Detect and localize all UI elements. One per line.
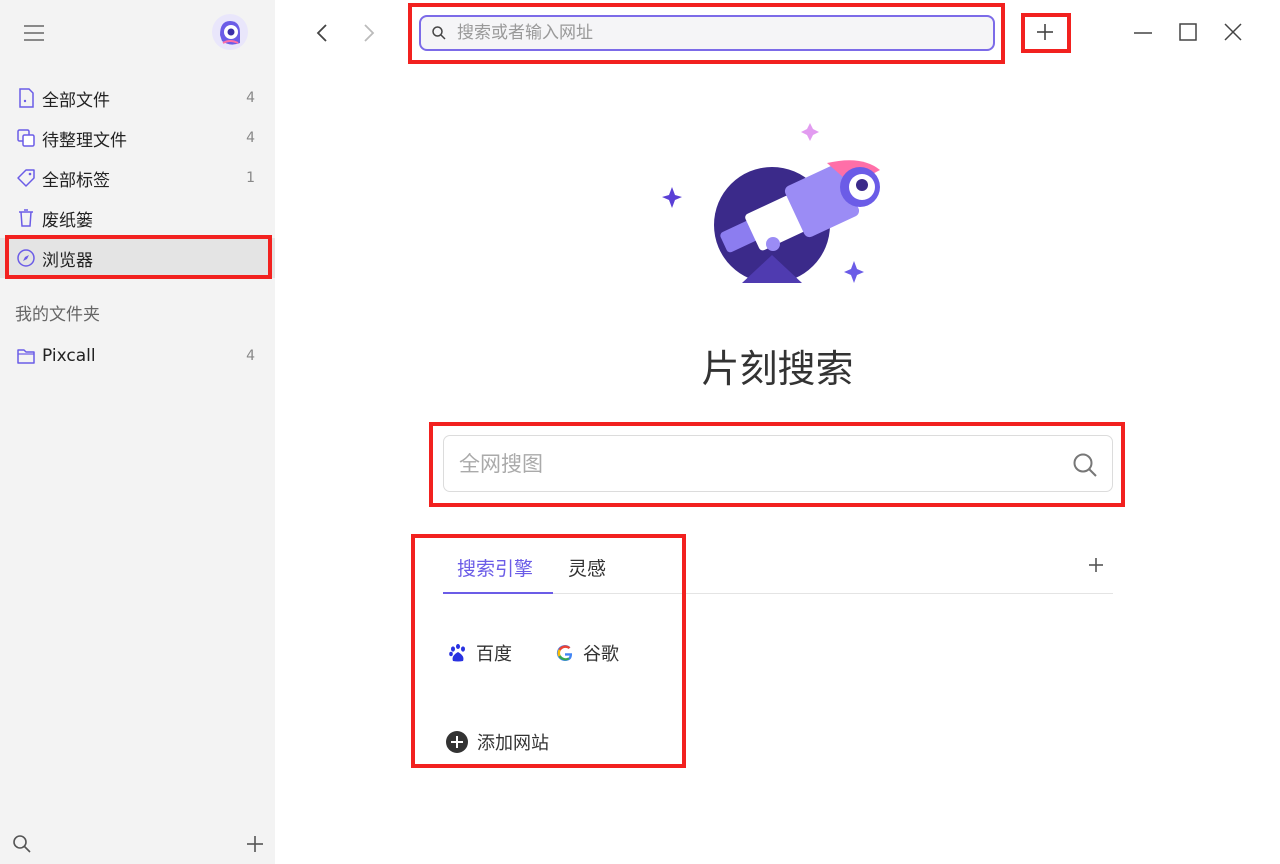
new-tab-button[interactable] [1034,21,1056,43]
sidebar-item-label: 全部标签 [42,170,110,191]
back-button[interactable] [312,22,332,44]
sidebar-item-label: 废纸篓 [42,210,93,231]
add-icon[interactable] [246,835,264,853]
sidebar-item-count: 4 [246,348,255,364]
menu-icon[interactable] [22,22,46,44]
trash-icon [16,208,36,228]
engine-label: 谷歌 [583,644,619,665]
sidebar-item-count: 4 [246,90,255,106]
add-tab-icon[interactable] [1087,556,1105,574]
plus-circle-icon [446,731,468,753]
search-icon[interactable] [1072,452,1098,478]
sidebar-item-all-files[interactable]: 全部文件 4 [0,78,275,118]
tag-icon [16,168,36,188]
add-site-label: 添加网站 [477,733,549,754]
engine-label: 百度 [476,644,512,665]
file-icon [16,88,36,108]
tab-search-engines[interactable]: 搜索引擎 [457,554,533,581]
maximize-button[interactable] [1178,22,1198,42]
brand-title-wrap: 片刻搜索 [275,338,1280,393]
minimize-button[interactable] [1133,22,1153,42]
sidebar-item-count: 4 [246,130,255,146]
search-icon[interactable] [12,834,32,854]
sidebar-item-label: 待整理文件 [42,130,127,151]
close-button[interactable] [1223,22,1243,42]
sidebar-item-label: 浏览器 [42,250,93,271]
image-search-box[interactable] [443,435,1113,492]
image-search-input[interactable] [459,451,1049,476]
engine-baidu[interactable]: 百度 [448,640,512,666]
sidebar: 全部文件 4 待整理文件 4 全部标签 1 废纸篓 浏览器 我的文件夹 Pixc… [0,0,275,864]
folder-icon [16,346,36,366]
url-input[interactable] [457,23,957,43]
google-icon [555,643,575,663]
engine-google[interactable]: 谷歌 [555,640,619,666]
sidebar-item-label: 全部文件 [42,90,110,111]
section-title-my-folders: 我的文件夹 [15,305,100,325]
tab-active-indicator [443,592,553,594]
forward-button[interactable] [359,22,379,44]
avatar[interactable] [211,13,249,51]
brand-title: 片刻搜索 [701,347,854,391]
copy-icon [16,128,36,148]
tab-inspiration[interactable]: 灵感 [568,554,606,581]
tab-bar: 搜索引擎 灵感 [443,546,1113,594]
sidebar-item-browser[interactable]: 浏览器 [0,238,275,278]
app-window: 全部文件 4 待整理文件 4 全部标签 1 废纸篓 浏览器 我的文件夹 Pixc… [0,0,1280,864]
telescope-illustration [662,123,880,283]
url-bar[interactable] [419,15,995,51]
sidebar-item-trash[interactable]: 废纸篓 [0,198,275,238]
folder-list: Pixcall 4 [0,336,275,376]
sidebar-item-count: 1 [246,170,255,186]
sidebar-item-all-tags[interactable]: 全部标签 1 [0,158,275,198]
sidebar-item-unsorted-files[interactable]: 待整理文件 4 [0,118,275,158]
sidebar-nav: 全部文件 4 待整理文件 4 全部标签 1 废纸篓 浏览器 [0,78,275,278]
sidebar-item-folder-pixcall[interactable]: Pixcall 4 [0,336,275,376]
add-site-button[interactable]: 添加网站 [445,729,549,755]
search-icon [432,26,446,40]
sidebar-item-label: Pixcall [42,346,96,366]
baidu-icon [448,643,468,663]
compass-icon [16,248,36,268]
